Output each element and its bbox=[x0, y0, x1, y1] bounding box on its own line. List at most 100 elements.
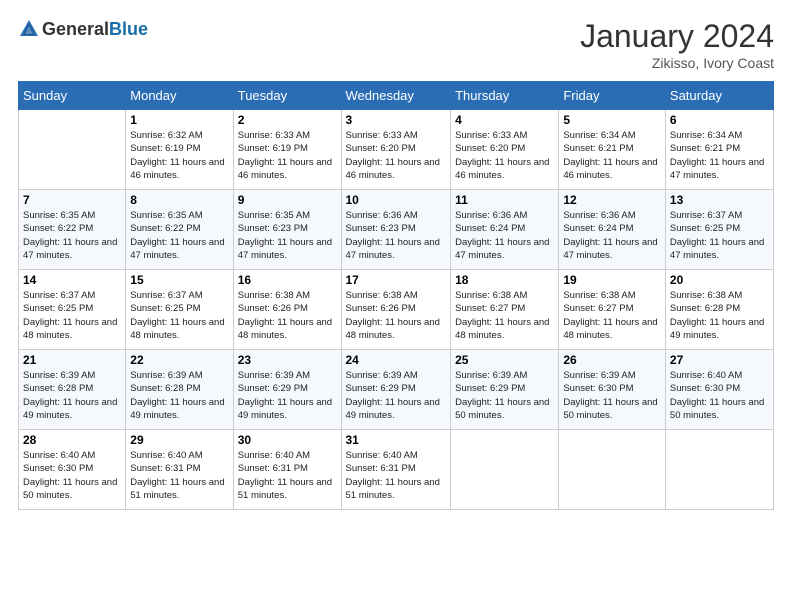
day-info: Sunrise: 6:37 AMSunset: 6:25 PMDaylight:… bbox=[670, 209, 769, 262]
col-saturday: Saturday bbox=[665, 82, 773, 110]
day-number: 8 bbox=[130, 193, 228, 207]
day-number: 11 bbox=[455, 193, 554, 207]
table-row bbox=[451, 430, 559, 510]
col-sunday: Sunday bbox=[19, 82, 126, 110]
table-row: 30 Sunrise: 6:40 AMSunset: 6:31 PMDayligh… bbox=[233, 430, 341, 510]
table-row: 29 Sunrise: 6:40 AMSunset: 6:31 PMDayligh… bbox=[126, 430, 233, 510]
header: GeneralBlue January 2024 Zikisso, Ivory … bbox=[18, 18, 774, 71]
day-number: 5 bbox=[563, 113, 661, 127]
logo-icon bbox=[18, 18, 40, 40]
table-row: 17Sunrise: 6:38 AMSunset: 6:26 PMDayligh… bbox=[341, 270, 451, 350]
calendar-week-row: 21Sunrise: 6:39 AMSunset: 6:28 PMDayligh… bbox=[19, 350, 774, 430]
calendar-week-row: 14Sunrise: 6:37 AMSunset: 6:25 PMDayligh… bbox=[19, 270, 774, 350]
table-row: 13 Sunrise: 6:37 AMSunset: 6:25 PMDayligh… bbox=[665, 190, 773, 270]
table-row: 8 Sunrise: 6:35 AMSunset: 6:22 PMDaylight… bbox=[126, 190, 233, 270]
table-row: 28 Sunrise: 6:40 AMSunset: 6:30 PMDayligh… bbox=[19, 430, 126, 510]
table-row: 1 Sunrise: 6:32 AMSunset: 6:19 PMDaylight… bbox=[126, 110, 233, 190]
day-info: Sunrise: 6:35 AMSunset: 6:23 PMDaylight:… bbox=[238, 209, 337, 262]
day-number: 30 bbox=[238, 433, 337, 447]
day-number: 9 bbox=[238, 193, 337, 207]
day-number: 27 bbox=[670, 353, 769, 367]
table-row: 20 Sunrise: 6:38 AMSunset: 6:28 PMDayligh… bbox=[665, 270, 773, 350]
day-info: Sunrise: 6:39 AMSunset: 6:30 PMDaylight:… bbox=[563, 369, 661, 422]
page: GeneralBlue January 2024 Zikisso, Ivory … bbox=[0, 0, 792, 612]
table-row: 31 Sunrise: 6:40 AMSunset: 6:31 PMDayligh… bbox=[341, 430, 451, 510]
day-number: 4 bbox=[455, 113, 554, 127]
day-number: 10 bbox=[346, 193, 447, 207]
calendar-week-row: 1 Sunrise: 6:32 AMSunset: 6:19 PMDaylight… bbox=[19, 110, 774, 190]
col-friday: Friday bbox=[559, 82, 666, 110]
day-info: Sunrise: 6:39 AMSunset: 6:28 PMDaylight:… bbox=[23, 369, 121, 422]
day-info: Sunrise: 6:37 AMSunset: 6:25 PMDaylight:… bbox=[23, 289, 121, 342]
day-number: 3 bbox=[346, 113, 447, 127]
day-info: Sunrise: 6:36 AMSunset: 6:24 PMDaylight:… bbox=[563, 209, 661, 262]
day-info: Sunrise: 6:39 AMSunset: 6:28 PMDaylight:… bbox=[130, 369, 228, 422]
table-row: 18Sunrise: 6:38 AMSunset: 6:27 PMDayligh… bbox=[451, 270, 559, 350]
logo-blue: Blue bbox=[109, 19, 148, 40]
day-number: 7 bbox=[23, 193, 121, 207]
table-row: 25 Sunrise: 6:39 AMSunset: 6:29 PMDayligh… bbox=[451, 350, 559, 430]
day-number: 13 bbox=[670, 193, 769, 207]
day-info: Sunrise: 6:34 AMSunset: 6:21 PMDaylight:… bbox=[563, 129, 661, 182]
table-row: 23Sunrise: 6:39 AMSunset: 6:29 PMDayligh… bbox=[233, 350, 341, 430]
calendar-week-row: 28 Sunrise: 6:40 AMSunset: 6:30 PMDayligh… bbox=[19, 430, 774, 510]
day-info: Sunrise: 6:32 AMSunset: 6:19 PMDaylight:… bbox=[130, 129, 228, 182]
day-info: Sunrise: 6:40 AMSunset: 6:31 PMDaylight:… bbox=[238, 449, 337, 502]
calendar-table: Sunday Monday Tuesday Wednesday Thursday… bbox=[18, 81, 774, 510]
day-info: Sunrise: 6:40 AMSunset: 6:30 PMDaylight:… bbox=[23, 449, 121, 502]
day-info: Sunrise: 6:33 AMSunset: 6:20 PMDaylight:… bbox=[346, 129, 447, 182]
day-info: Sunrise: 6:33 AMSunset: 6:20 PMDaylight:… bbox=[455, 129, 554, 182]
logo: GeneralBlue bbox=[18, 18, 148, 40]
day-number: 6 bbox=[670, 113, 769, 127]
table-row: 24 Sunrise: 6:39 AMSunset: 6:29 PMDayligh… bbox=[341, 350, 451, 430]
logo-general: General bbox=[42, 19, 109, 40]
day-info: Sunrise: 6:40 AMSunset: 6:31 PMDaylight:… bbox=[346, 449, 447, 502]
day-info: Sunrise: 6:38 AMSunset: 6:28 PMDaylight:… bbox=[670, 289, 769, 342]
calendar-header-row: Sunday Monday Tuesday Wednesday Thursday… bbox=[19, 82, 774, 110]
day-number: 28 bbox=[23, 433, 121, 447]
day-number: 20 bbox=[670, 273, 769, 287]
day-info: Sunrise: 6:35 AMSunset: 6:22 PMDaylight:… bbox=[23, 209, 121, 262]
col-wednesday: Wednesday bbox=[341, 82, 451, 110]
day-info: Sunrise: 6:35 AMSunset: 6:22 PMDaylight:… bbox=[130, 209, 228, 262]
table-row: 22 Sunrise: 6:39 AMSunset: 6:28 PMDayligh… bbox=[126, 350, 233, 430]
day-number: 22 bbox=[130, 353, 228, 367]
day-number: 25 bbox=[455, 353, 554, 367]
table-row: 9 Sunrise: 6:35 AMSunset: 6:23 PMDaylight… bbox=[233, 190, 341, 270]
table-row: 5 Sunrise: 6:34 AMSunset: 6:21 PMDaylight… bbox=[559, 110, 666, 190]
day-number: 19 bbox=[563, 273, 661, 287]
day-info: Sunrise: 6:39 AMSunset: 6:29 PMDaylight:… bbox=[346, 369, 447, 422]
day-number: 1 bbox=[130, 113, 228, 127]
month-title: January 2024 bbox=[580, 18, 774, 55]
day-info: Sunrise: 6:33 AMSunset: 6:19 PMDaylight:… bbox=[238, 129, 337, 182]
table-row: 26 Sunrise: 6:39 AMSunset: 6:30 PMDayligh… bbox=[559, 350, 666, 430]
table-row: 19 Sunrise: 6:38 AMSunset: 6:27 PMDayligh… bbox=[559, 270, 666, 350]
day-number: 15 bbox=[130, 273, 228, 287]
table-row bbox=[665, 430, 773, 510]
day-number: 29 bbox=[130, 433, 228, 447]
table-row: 12Sunrise: 6:36 AMSunset: 6:24 PMDayligh… bbox=[559, 190, 666, 270]
day-number: 24 bbox=[346, 353, 447, 367]
day-info: Sunrise: 6:39 AMSunset: 6:29 PMDaylight:… bbox=[455, 369, 554, 422]
day-info: Sunrise: 6:38 AMSunset: 6:26 PMDaylight:… bbox=[238, 289, 337, 342]
table-row: 3 Sunrise: 6:33 AMSunset: 6:20 PMDaylight… bbox=[341, 110, 451, 190]
table-row: 2 Sunrise: 6:33 AMSunset: 6:19 PMDaylight… bbox=[233, 110, 341, 190]
day-info: Sunrise: 6:40 AMSunset: 6:31 PMDaylight:… bbox=[130, 449, 228, 502]
table-row: 6Sunrise: 6:34 AMSunset: 6:21 PMDaylight… bbox=[665, 110, 773, 190]
day-info: Sunrise: 6:36 AMSunset: 6:23 PMDaylight:… bbox=[346, 209, 447, 262]
day-number: 23 bbox=[238, 353, 337, 367]
day-info: Sunrise: 6:40 AMSunset: 6:30 PMDaylight:… bbox=[670, 369, 769, 422]
day-number: 26 bbox=[563, 353, 661, 367]
day-info: Sunrise: 6:36 AMSunset: 6:24 PMDaylight:… bbox=[455, 209, 554, 262]
table-row: 7 Sunrise: 6:35 AMSunset: 6:22 PMDaylight… bbox=[19, 190, 126, 270]
location-title: Zikisso, Ivory Coast bbox=[580, 55, 774, 71]
col-thursday: Thursday bbox=[451, 82, 559, 110]
day-info: Sunrise: 6:38 AMSunset: 6:26 PMDaylight:… bbox=[346, 289, 447, 342]
day-number: 2 bbox=[238, 113, 337, 127]
table-row: 16 Sunrise: 6:38 AMSunset: 6:26 PMDayligh… bbox=[233, 270, 341, 350]
table-row: 21Sunrise: 6:39 AMSunset: 6:28 PMDayligh… bbox=[19, 350, 126, 430]
day-number: 31 bbox=[346, 433, 447, 447]
day-number: 18 bbox=[455, 273, 554, 287]
day-number: 16 bbox=[238, 273, 337, 287]
day-info: Sunrise: 6:38 AMSunset: 6:27 PMDaylight:… bbox=[563, 289, 661, 342]
